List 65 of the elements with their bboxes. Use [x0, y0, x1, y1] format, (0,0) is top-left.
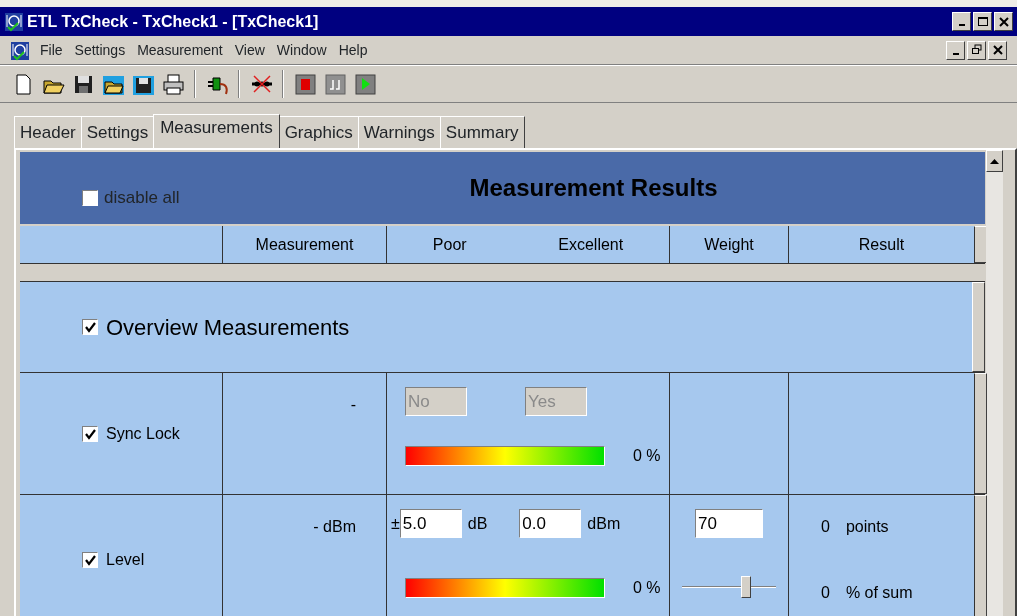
- column-header: Measurement: [255, 234, 354, 255]
- maximize-button[interactable]: [973, 12, 992, 31]
- result-points-value: 0: [821, 517, 830, 537]
- close-icon: [997, 15, 1010, 28]
- checkbox[interactable]: [82, 190, 98, 206]
- menu-item[interactable]: Settings: [68, 39, 132, 61]
- row-label: Level: [106, 549, 145, 570]
- menu-item[interactable]: Measurement: [131, 39, 229, 61]
- checkbox[interactable]: [82, 551, 98, 568]
- measurement-value: -: [350, 395, 356, 415]
- minimize-icon: [958, 24, 965, 26]
- scroll-up-button[interactable]: [986, 150, 1003, 172]
- printer-icon[interactable]: [161, 72, 185, 96]
- result-share-unit: % of sum: [845, 583, 913, 603]
- result-points-unit: points: [845, 517, 889, 537]
- menu-item[interactable]: View: [228, 39, 271, 61]
- play-icon[interactable]: [353, 72, 377, 96]
- results-title: Measurement Results: [468, 173, 719, 203]
- close-button[interactable]: [988, 40, 1007, 60]
- column-header: Poor: [432, 234, 467, 255]
- checkbox[interactable]: [82, 319, 98, 335]
- tab[interactable]: Header: [14, 115, 82, 148]
- unit-label: dB: [467, 513, 488, 534]
- tab[interactable]: Measurements: [153, 113, 280, 148]
- pause-icon[interactable]: [323, 72, 347, 96]
- scroll-grip[interactable]: [972, 282, 985, 372]
- weight-field[interactable]: 70: [695, 509, 763, 538]
- stop-icon[interactable]: [293, 72, 317, 96]
- column-header: Excellent: [558, 234, 624, 255]
- minimize-icon: [952, 52, 959, 55]
- close-icon: [991, 44, 1004, 56]
- checkbox-label: disable all: [104, 187, 180, 210]
- close-button[interactable]: [994, 12, 1013, 31]
- column-header: Weight: [704, 234, 754, 255]
- window-title: ETL TxCheck - TxCheck1 - [TxCheck1]: [27, 11, 319, 32]
- minimize-button[interactable]: [952, 12, 971, 31]
- app-icon: [4, 12, 24, 33]
- group-label: Overview Measurements: [106, 313, 350, 342]
- restore-button[interactable]: [967, 40, 986, 60]
- tab[interactable]: Summary: [439, 115, 525, 148]
- scroll-grip[interactable]: [974, 373, 987, 494]
- tab[interactable]: Settings: [80, 115, 155, 148]
- menu-item[interactable]: File: [34, 39, 69, 61]
- slider-thumb[interactable]: [740, 576, 751, 598]
- measurement-value: - dBm: [313, 517, 356, 537]
- scroll-grip[interactable]: [974, 495, 987, 616]
- unit-label: dBm: [587, 513, 621, 534]
- minimize-button[interactable]: [946, 40, 965, 60]
- rating-percent: 0 %: [633, 578, 661, 598]
- menu-item[interactable]: Help: [332, 39, 374, 61]
- input-field[interactable]: 5.0: [399, 509, 462, 538]
- tab[interactable]: Warnings: [357, 115, 441, 148]
- plus-minus-sign: ±: [391, 513, 400, 534]
- app-icon: [10, 40, 30, 61]
- maximize-icon: [976, 15, 989, 28]
- up-arrow-icon: [990, 158, 999, 164]
- menu-item[interactable]: Window: [270, 39, 333, 61]
- input-field[interactable]: 0.0: [519, 509, 582, 538]
- result-share-value: 0: [821, 583, 830, 603]
- rating-percent: 0 %: [633, 446, 661, 466]
- restore-icon: [970, 44, 983, 56]
- checkbox[interactable]: [82, 425, 98, 442]
- column-header: Result: [858, 234, 905, 255]
- slider[interactable]: [682, 576, 776, 598]
- row-label: Sync Lock: [106, 423, 180, 444]
